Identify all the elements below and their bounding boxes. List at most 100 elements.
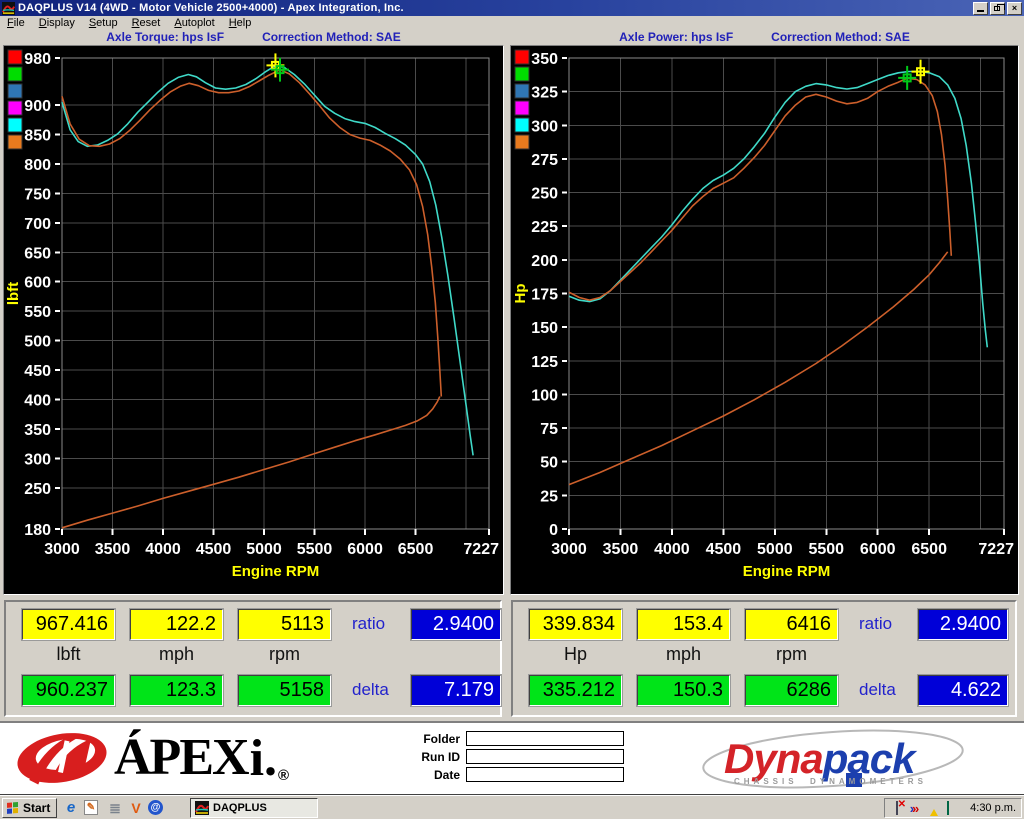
power-ramp-trace [569, 252, 948, 485]
svg-text:75: 75 [540, 421, 558, 438]
system-tray: ›» 4:30 p.m. [884, 798, 1022, 818]
menu-setup[interactable]: Setup [82, 17, 125, 29]
menu-reset[interactable]: Reset [125, 17, 168, 29]
dynapack-subtitle: CHASSIS DYNAMOMETERS [734, 777, 927, 786]
torque-chart-panel: Axle Torque: hps IsF Correction Method: … [3, 29, 504, 595]
svg-text:4000: 4000 [145, 541, 181, 558]
svg-text:500: 500 [24, 334, 51, 351]
logo-strip: ÁPEX i. ® Folder Run ID Date Dynapack [0, 721, 1024, 795]
internet-explorer-icon[interactable]: e [62, 799, 80, 817]
x-axis-title: Engine RPM [743, 563, 831, 580]
power-plot-svg: 3503253002752502252001751501251007550250… [511, 46, 1016, 594]
peak-marker-current[interactable] [912, 60, 930, 84]
update-globe-icon[interactable] [924, 802, 937, 815]
dynapack-wordmark: Dynapack [724, 735, 914, 783]
winamp-icon[interactable]: V [127, 799, 145, 817]
svg-text:980: 980 [24, 51, 51, 68]
svg-text:275: 275 [531, 152, 558, 169]
svg-text:6500: 6500 [911, 541, 947, 558]
menu-help[interactable]: Help [222, 17, 259, 29]
y-axis-labels: 3503253002752502252001751501251007550250 [531, 51, 558, 539]
mph-unit-label: mph [637, 644, 730, 665]
torque-current-run [62, 66, 473, 456]
restore-button[interactable] [990, 2, 1005, 15]
svg-text:300: 300 [24, 451, 51, 468]
torque-previous-run [62, 70, 441, 397]
menu-autoplot[interactable]: Autoplot [167, 17, 221, 29]
svg-text:150: 150 [531, 320, 558, 337]
delta-value: 4.622 [918, 675, 1008, 706]
svg-text:7227: 7227 [978, 541, 1014, 558]
y-axis-title: Hp [512, 284, 529, 304]
date-label: Date [410, 768, 460, 782]
axis-ticks [562, 58, 1004, 535]
transfer-arrows-icon[interactable]: ›» [907, 802, 920, 815]
network-disconnected-icon[interactable] [890, 802, 903, 815]
power-peak-rpm: 6416 [745, 609, 838, 640]
svg-text:6000: 6000 [860, 541, 896, 558]
channels-icon[interactable]: ≣ [106, 799, 124, 817]
power-plot[interactable]: 3503253002752502252001751501251007550250… [510, 45, 1019, 595]
torque-peak-rpm: 5113 [238, 609, 331, 640]
start-label: Start [23, 801, 50, 815]
svg-text:250: 250 [531, 186, 558, 203]
svg-text:5500: 5500 [808, 541, 844, 558]
title-bar[interactable]: DAQPLUS V14 (4WD - Motor Vehicle 2500+40… [0, 0, 1024, 16]
close-button[interactable]: × [1007, 2, 1022, 15]
rpm-unit-label: rpm [238, 644, 331, 665]
grid [569, 58, 1004, 529]
taskbar: Start e ✎ ≣ V @ DAQPLUS ›» 4:30 p.m. [0, 795, 1024, 819]
power-current-run [569, 72, 987, 348]
start-button[interactable]: Start [2, 798, 57, 818]
folder-input[interactable] [466, 731, 624, 746]
svg-text:6500: 6500 [398, 541, 434, 558]
menu-display[interactable]: Display [32, 17, 82, 29]
mph-unit-label: mph [130, 644, 223, 665]
ratio-label: ratio [859, 614, 892, 634]
svg-text:3500: 3500 [603, 541, 639, 558]
window-title: DAQPLUS V14 (4WD - Motor Vehicle 2500+40… [18, 2, 404, 14]
svg-text:350: 350 [24, 422, 51, 439]
svg-text:0: 0 [549, 522, 558, 539]
legend-swatches [8, 50, 22, 149]
power-unit-label: Hp [529, 644, 622, 665]
ratio-label: ratio [352, 614, 385, 634]
windows-flag-icon [6, 801, 20, 815]
svg-text:700: 700 [24, 216, 51, 233]
dynapack-logo: Dynapack CHASSIS DYNAMOMETERS [698, 729, 968, 791]
torque-unit-label: lbft [22, 644, 115, 665]
svg-text:6000: 6000 [347, 541, 383, 558]
apex-logo: ÁPEX i. ® [14, 728, 289, 788]
y-axis-title: lbft [5, 282, 22, 305]
status-square-icon[interactable] [941, 802, 954, 815]
apex-wordmark: ÁPEX [114, 730, 248, 786]
date-input[interactable] [466, 767, 624, 782]
torque-plot[interactable]: 9809008508007507006506005505004504003503… [3, 45, 504, 595]
daqplus-task-button[interactable]: DAQPLUS [190, 798, 318, 818]
ratio-value: 2.9400 [411, 609, 501, 640]
msn-icon[interactable]: @ [148, 800, 163, 815]
power-prev-rpm: 6286 [745, 675, 838, 706]
delta-value: 7.179 [411, 675, 501, 706]
torque-prev-value: 960.237 [22, 675, 115, 706]
svg-text:175: 175 [531, 287, 558, 304]
minimize-button[interactable] [973, 2, 988, 15]
outlook-compose-icon[interactable]: ✎ [84, 800, 98, 815]
torque-ramp-trace [62, 397, 440, 528]
power-chart-title: Axle Power: hps IsF [619, 30, 733, 44]
svg-text:4500: 4500 [196, 541, 232, 558]
svg-text:250: 250 [24, 481, 51, 498]
power-readout-panel: 339.834 153.4 6416 ratio 2.9400 Hp mph r… [511, 600, 1017, 717]
x-axis-title: Engine RPM [232, 563, 320, 580]
peak-marker-previous[interactable] [898, 66, 916, 90]
y-axis-labels: 9809008508007507006506005505004504003503… [24, 51, 51, 539]
svg-text:7227: 7227 [463, 541, 499, 558]
run-id-input[interactable] [466, 749, 624, 764]
svg-text:5000: 5000 [757, 541, 793, 558]
power-previous-run [569, 78, 951, 300]
menu-file[interactable]: File [0, 17, 32, 29]
svg-text:5000: 5000 [246, 541, 282, 558]
torque-prev-mph: 123.3 [130, 675, 223, 706]
power-prev-mph: 150.3 [637, 675, 730, 706]
svg-text:550: 550 [24, 304, 51, 321]
